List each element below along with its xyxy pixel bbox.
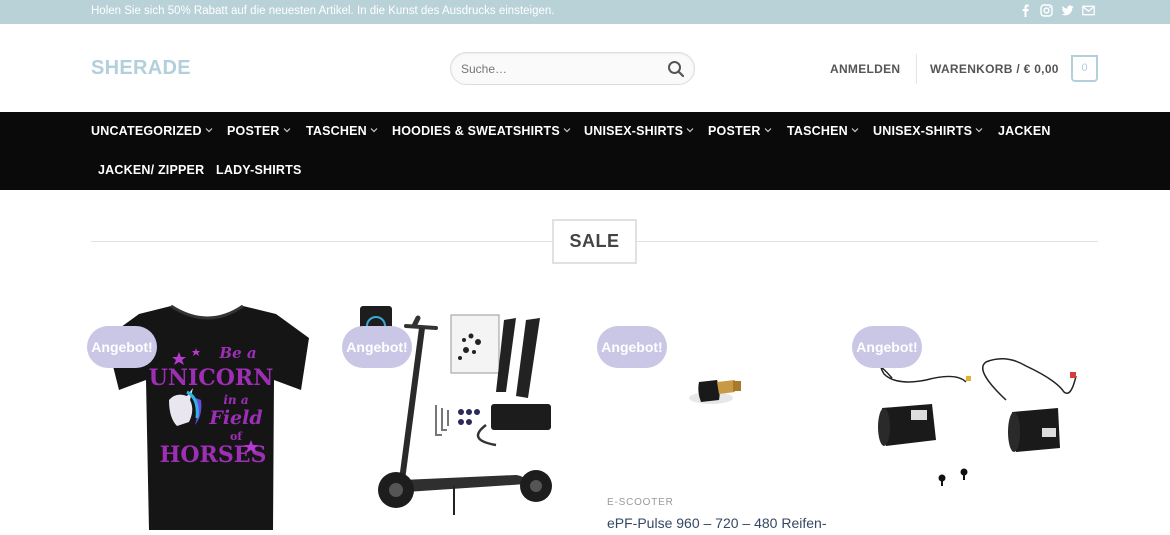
nav-item-jacken-zipper[interactable]: JACKEN/ ZIPPER bbox=[98, 163, 204, 177]
nav-item-taschen[interactable]: TASCHEN bbox=[306, 124, 378, 138]
twitter-icon[interactable] bbox=[1061, 4, 1074, 18]
nav-item-unisex-shirts[interactable]: UNISEX-SHIRTS bbox=[584, 124, 694, 138]
top-bar: Holen Sie sich 50% Rabatt auf die neuest… bbox=[0, 0, 1170, 24]
cart-count-badge[interactable]: 0 bbox=[1071, 55, 1098, 82]
promo-text: Holen Sie sich 50% Rabatt auf die neuest… bbox=[91, 5, 555, 17]
chevron-down-icon bbox=[205, 128, 213, 133]
sale-badge: Angebot! bbox=[852, 326, 922, 368]
product-name[interactable]: ePF-Pulse 960 – 720 – 480 Reifen- bbox=[607, 513, 837, 533]
section-title: SALE bbox=[552, 219, 637, 264]
nav-item-unisex-shirts-2[interactable]: UNISEX-SHIRTS bbox=[873, 124, 983, 138]
chevron-down-icon bbox=[764, 128, 772, 133]
main-nav: UNCATEGORIZED POSTER TASCHEN HOODIES & S… bbox=[0, 112, 1170, 190]
chevron-down-icon bbox=[851, 128, 859, 133]
shirt-print-text: Be a bbox=[218, 344, 256, 362]
sale-badge: Angebot! bbox=[87, 326, 157, 368]
header-divider bbox=[916, 54, 917, 84]
product-card[interactable]: Angebot! bbox=[342, 300, 576, 535]
instagram-icon[interactable] bbox=[1040, 4, 1053, 18]
nav-item-lady-shirts[interactable]: LADY-SHIRTS bbox=[216, 163, 302, 177]
product-card[interactable]: Angebot! E-SCOOTER ePF-Pulse 960 – 720 –… bbox=[597, 300, 831, 535]
login-link[interactable]: ANMELDEN bbox=[830, 62, 900, 76]
facebook-icon[interactable] bbox=[1019, 4, 1032, 18]
chevron-down-icon bbox=[283, 128, 291, 133]
site-logo[interactable]: SHERADE bbox=[91, 57, 191, 80]
shirt-print-text: Field bbox=[208, 407, 262, 429]
search-input[interactable] bbox=[461, 60, 661, 78]
social-links bbox=[1019, 4, 1095, 18]
product-card[interactable]: Angebot! bbox=[852, 300, 1086, 535]
nav-item-poster[interactable]: POSTER bbox=[227, 124, 291, 138]
sale-badge: Angebot! bbox=[342, 326, 412, 368]
product-card[interactable]: Angebot! Be a UNICORN in a Field of HORS… bbox=[87, 300, 321, 535]
product-category[interactable]: E-SCOOTER bbox=[607, 497, 674, 508]
search-box bbox=[450, 52, 695, 85]
nav-item-hoodies[interactable]: HOODIES & SWEATSHIRTS bbox=[392, 124, 571, 138]
cart-link[interactable]: WARENKORB / € 0,00 bbox=[930, 62, 1059, 76]
search-icon[interactable] bbox=[667, 60, 685, 78]
nav-item-poster-2[interactable]: POSTER bbox=[708, 124, 772, 138]
sale-badge: Angebot! bbox=[597, 326, 667, 368]
nav-item-taschen-2[interactable]: TASCHEN bbox=[787, 124, 859, 138]
shirt-print-text: in a bbox=[223, 393, 248, 407]
nav-item-uncategorized[interactable]: UNCATEGORIZED bbox=[91, 124, 213, 138]
shirt-print-text: UNICORN bbox=[149, 365, 274, 391]
chevron-down-icon bbox=[686, 128, 694, 133]
chevron-down-icon bbox=[370, 128, 378, 133]
email-icon[interactable] bbox=[1082, 4, 1095, 18]
chevron-down-icon bbox=[975, 128, 983, 133]
nav-item-jacken[interactable]: JACKEN bbox=[998, 124, 1051, 138]
chevron-down-icon bbox=[563, 128, 571, 133]
